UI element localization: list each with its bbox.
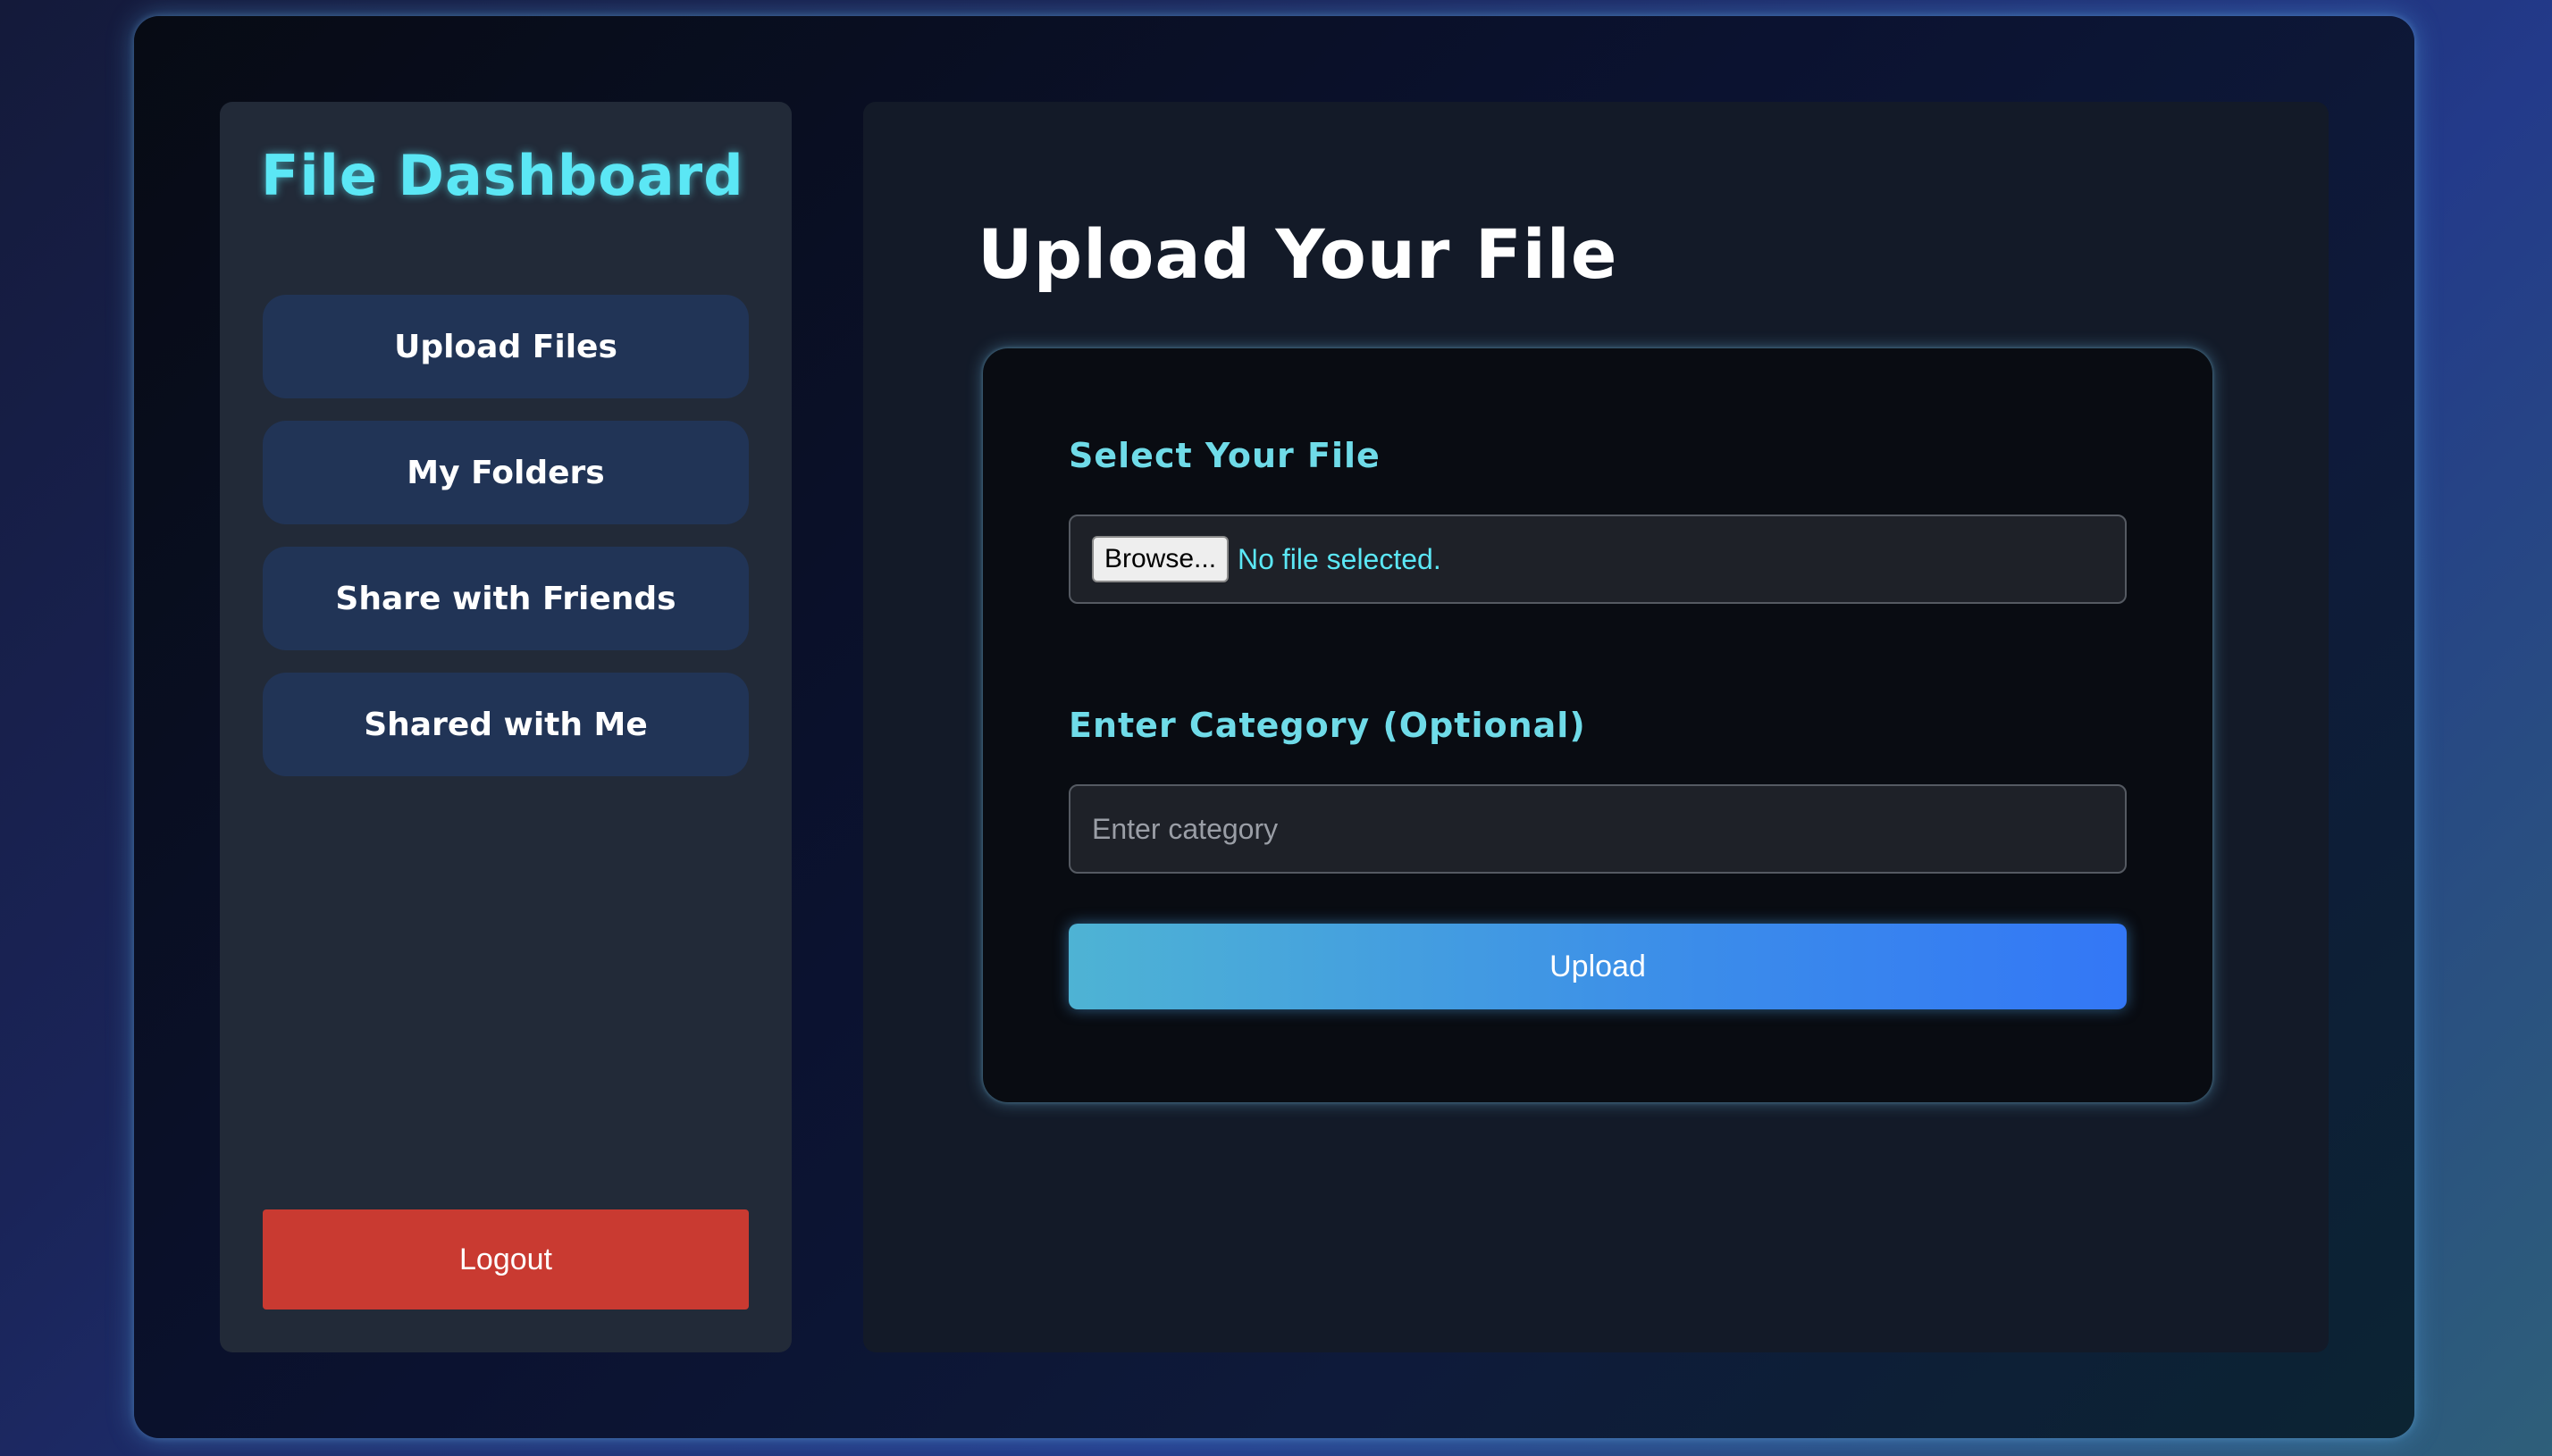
page-title: Upload Your File: [978, 214, 1618, 294]
sidebar-item-shared-with-me[interactable]: Shared with Me: [263, 673, 749, 776]
file-field-label: Select Your File: [1069, 436, 1381, 475]
app-title: File Dashboard: [261, 143, 744, 208]
main-panel: Upload Your File Select Your File Browse…: [863, 102, 2329, 1352]
browse-button[interactable]: Browse...: [1092, 536, 1230, 582]
logout-button[interactable]: Logout: [263, 1209, 749, 1310]
sidebar-item-share-with-friends[interactable]: Share with Friends: [263, 547, 749, 650]
file-input[interactable]: Browse... No file selected.: [1069, 515, 2127, 604]
sidebar-item-my-folders[interactable]: My Folders: [263, 421, 749, 524]
upload-form-card: Select Your File Browse... No file selec…: [983, 348, 2212, 1102]
sidebar-item-upload-files[interactable]: Upload Files: [263, 295, 749, 398]
sidebar-nav: Upload Files My Folders Share with Frien…: [263, 295, 749, 799]
sidebar: File Dashboard Upload Files My Folders S…: [220, 102, 792, 1352]
category-field-label: Enter Category (Optional): [1069, 706, 1586, 745]
category-input[interactable]: [1069, 784, 2127, 874]
app-frame: File Dashboard Upload Files My Folders S…: [134, 16, 2414, 1438]
file-status-text: No file selected.: [1238, 542, 1441, 575]
upload-button[interactable]: Upload: [1069, 924, 2127, 1009]
